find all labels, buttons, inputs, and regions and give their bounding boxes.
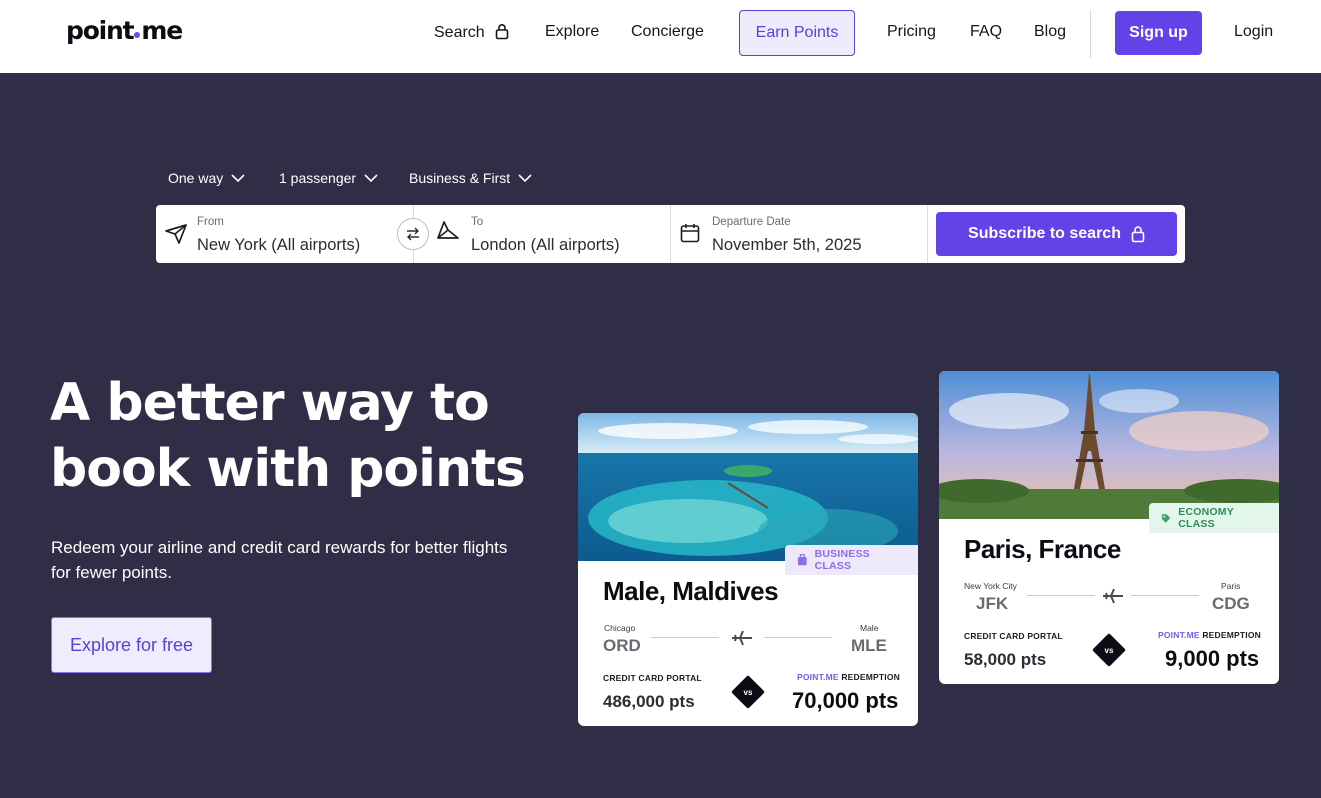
nav-concierge[interactable]: Concierge [631,23,704,41]
hero-subtitle: Redeem your airline and credit card rewa… [51,538,508,582]
trip-type-dropdown[interactable]: One way [168,170,245,186]
passengers-dropdown[interactable]: 1 passenger [279,170,378,186]
nav-faq[interactable]: FAQ [970,23,1002,41]
lock-icon [495,24,509,40]
logo-text-point: point [66,16,135,45]
maldives-redemption-label: POINT.ME REDEMPTION [797,672,900,682]
versus-text: vs [743,687,753,697]
arrival-plane-icon [437,221,459,239]
route-line [1131,595,1199,596]
paris-eiffel-tower-photo [939,371,1279,519]
from-field[interactable]: From New York (All airports) [156,205,413,263]
hero-headline: A better way to book with points [50,370,550,502]
business-class-badge: BUSINESS CLASS [785,545,918,575]
maldives-city-title: Male, Maldives [603,576,779,606]
subscribe-label: Subscribe to search [968,225,1121,242]
chevron-down-icon [364,174,378,182]
airplane-icon [732,630,752,646]
paris-deal-card: ECONOMY CLASS Paris, France New York Cit… [939,371,1279,684]
maldives-dest-city: Male [860,623,879,633]
subscribe-to-search-button[interactable]: Subscribe to search [936,212,1177,256]
hero-headline-line-2: book with points [50,439,526,499]
explore-for-free-button[interactable]: Explore for free [51,617,212,673]
from-label: From [197,216,224,228]
maldives-dest-code: MLE [851,636,887,655]
pointme-brand-text: POINT.ME [1158,630,1200,640]
flight-search-bar: From New York (All airports) To London (… [156,205,1185,263]
from-value: New York (All airports) [197,236,361,254]
airplane-icon [1103,588,1123,604]
pointme-brand-text: POINT.ME [797,672,839,682]
chevron-down-icon [518,174,532,182]
passengers-value: 1 passenger [279,170,357,186]
route-line [651,637,719,638]
economy-class-badge-text: ECONOMY CLASS [1178,506,1234,530]
maldives-origin-code: ORD [603,636,641,655]
maldives-photo [578,413,918,561]
paris-portal-label: CREDIT CARD PORTAL [964,631,1063,641]
versus-text: vs [1104,645,1114,655]
maldives-portal-points: 486,000 pts [603,692,695,711]
to-value: London (All airports) [471,236,620,254]
departure-date-field[interactable]: Departure Date November 5th, 2025 [671,205,928,263]
paris-portal-points: 58,000 pts [964,650,1047,669]
redemption-text: REDEMPTION [1202,630,1261,640]
route-line [1027,595,1095,596]
lock-icon [1131,226,1145,243]
nav-blog[interactable]: Blog [1034,23,1066,41]
maldives-deal-card: BUSINESS CLASS Male, Maldives Chicago OR… [578,413,918,726]
nav-divider [1090,10,1091,58]
departure-date-value: November 5th, 2025 [712,236,862,254]
calendar-icon [680,224,700,243]
hero-headline-line-1: A better way to [50,373,490,433]
to-label: To [471,216,484,228]
maldives-redemption-points: 70,000 pts [792,688,899,713]
earn-points-button[interactable]: Earn Points [739,10,855,56]
to-field[interactable]: To London (All airports) [414,205,670,263]
nav-search-label: Search [434,24,485,41]
departure-date-label: Departure Date [712,216,791,228]
signup-button[interactable]: Sign up [1115,11,1202,55]
business-class-badge-text: BUSINESS CLASS [814,548,870,572]
logo-dot [134,32,141,38]
versus-badge: vs [1092,633,1126,667]
cabin-class-dropdown[interactable]: Business & First [409,170,532,186]
paris-dest-code: CDG [1212,594,1250,613]
paris-redemption-label: POINT.ME REDEMPTION [1158,630,1261,640]
login-link[interactable]: Login [1234,23,1273,41]
nav-pricing[interactable]: Pricing [887,23,936,41]
redemption-text: REDEMPTION [841,672,900,682]
field-divider [927,205,928,263]
nav-search[interactable]: Search [434,23,509,42]
economy-class-badge: ECONOMY CLASS [1149,503,1279,533]
cabin-class-value: Business & First [409,170,511,186]
paris-redemption-points: 9,000 pts [1165,646,1260,671]
maldives-origin-city: Chicago [604,623,636,633]
paris-origin-code: JFK [976,594,1009,613]
paris-dest-city: Paris [1221,581,1241,591]
paris-origin-city: New York City [964,581,1017,591]
logo-text-me: me [141,16,183,45]
trip-type-value: One way [168,170,224,186]
tag-icon [1161,513,1171,523]
top-navigation-bar: point me Search Explore Concierge Earn Po… [0,0,1321,73]
chevron-down-icon [231,174,245,182]
paris-city-title: Paris, France [964,534,1121,564]
maldives-portal-label: CREDIT CARD PORTAL [603,673,702,683]
nav-explore[interactable]: Explore [545,23,599,41]
departure-plane-icon [165,224,187,244]
versus-badge: vs [731,675,765,709]
route-line [764,637,832,638]
pointme-logo[interactable]: point me [66,16,183,45]
luggage-icon [797,554,807,566]
